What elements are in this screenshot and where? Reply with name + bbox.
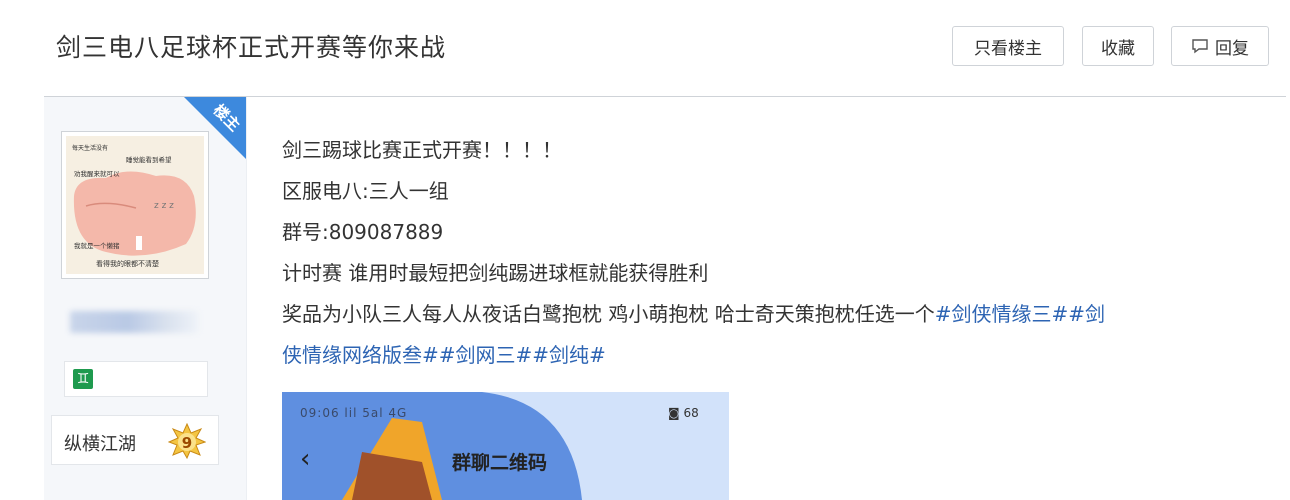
post-line-3: 群号:809087889	[282, 220, 444, 244]
svg-text:z z z: z z z	[154, 201, 174, 211]
thread-title: 剑三电八足球杯正式开赛等你来战	[56, 33, 447, 62]
zodiac-sign-box: ♊	[64, 361, 208, 397]
author-sidebar: z z z 每天生活没有 睡觉能看到希望 劝我醒来就可以 我就是一个懒猪 看得我…	[44, 97, 247, 500]
favorite-button[interactable]: 收藏	[1082, 26, 1154, 66]
host-only-button[interactable]: 只看楼主	[952, 26, 1064, 66]
post-line-2: 区服电八:三人一组	[282, 179, 449, 203]
embedded-screenshot-image[interactable]: 09:06 lil 5al 4G ◙ 68 ‹ 群聊二维码	[282, 392, 729, 500]
level-box[interactable]: 纵横江湖 9	[51, 415, 219, 465]
post-line-4: 计时赛 谁用时最短把剑纯踢进球框就能获得胜利	[282, 261, 709, 285]
reply-button-label: 回复	[1215, 38, 1249, 59]
level-number: 9	[182, 434, 192, 452]
thread-header: 剑三电八足球杯正式开赛等你来战 只看楼主 收藏 回复	[0, 0, 1290, 96]
screenshot-battery: ◙ 68	[668, 406, 699, 420]
post-line-5: 奖品为小队三人每人从夜话白鹭抱枕 鸡小萌抱枕 哈士奇天策抱枕任选一个#剑侠情缘三…	[282, 294, 1262, 335]
level-title: 纵横江湖	[64, 434, 136, 455]
thread-starter-badge: 楼主	[184, 97, 246, 159]
avatar-text-1: 每天生活没有	[72, 144, 108, 152]
topic-tag-link-continued[interactable]: 侠情缘网络版叁##剑网三##剑纯#	[282, 343, 606, 367]
topic-tag-link[interactable]: #剑侠情缘三##剑	[935, 302, 1105, 326]
username-blurred[interactable]	[70, 311, 198, 333]
post-line-5-text: 奖品为小队三人每人从夜话白鹭抱枕 鸡小萌抱枕 哈士奇天策抱枕任选一个	[282, 302, 935, 326]
avatar-text-5: 看得我的眼都不清楚	[96, 259, 159, 268]
reply-button[interactable]: 回复	[1171, 26, 1269, 66]
gemini-sign-icon: ♊	[73, 369, 93, 389]
level-star-icon: 9	[168, 423, 206, 459]
screenshot-status-bar: 09:06 lil 5al 4G	[300, 406, 408, 420]
post-content: 剑三踢球比赛正式开赛！！！！ 区服电八:三人一组 群号:809087889 计时…	[282, 130, 1262, 376]
screenshot-title: 群聊二维码	[452, 452, 548, 474]
post-line-6: 侠情缘网络版叁##剑网三##剑纯#	[282, 335, 1262, 376]
screenshot-back-icon: ‹	[300, 444, 311, 474]
avatar-text-3: 劝我醒来就可以	[74, 169, 120, 178]
comment-icon	[1192, 39, 1208, 54]
avatar-text-2: 睡觉能看到希望	[126, 155, 172, 164]
avatar-text-4: 我就是一个懒猪	[74, 241, 120, 250]
post-line-1: 剑三踢球比赛正式开赛！！！！	[282, 138, 562, 162]
